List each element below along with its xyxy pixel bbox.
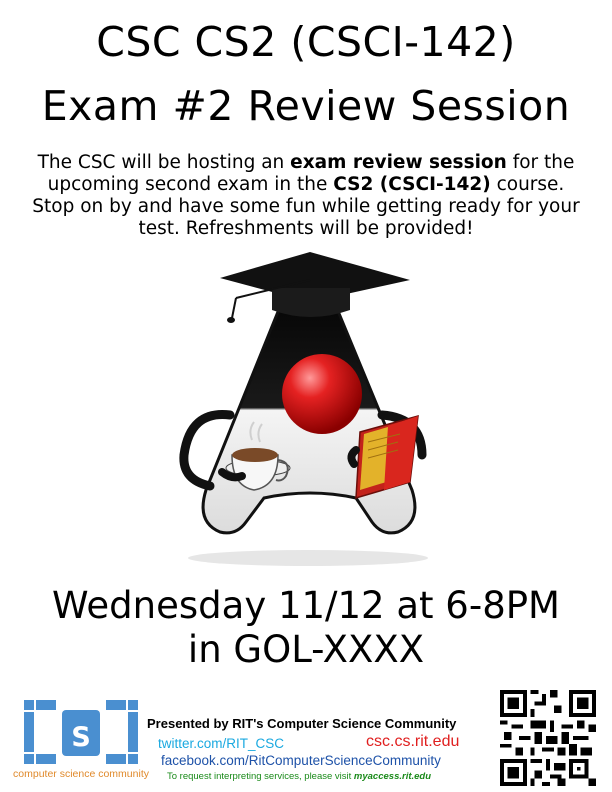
website-link[interactable]: csc.cs.rit.edu [366, 733, 459, 751]
description-bold-course: CS2 (CSCI-142) [333, 174, 491, 195]
interpreting-note: To request interpreting services, please… [167, 771, 431, 782]
page-subtitle: Exam #2 Review Session [41, 82, 571, 130]
java-duke-graduate-icon [179, 252, 428, 566]
event-when-where: Wednesday 11/12 at 6-8PM in GOL-XXXX [0, 584, 612, 672]
interpreting-link[interactable]: myaccess.rit.edu [354, 771, 431, 782]
event-description: The CSC will be hosting an exam review s… [30, 152, 582, 240]
description-text: The CSC will be hosting an [37, 152, 291, 173]
logo-letter: s [70, 714, 92, 755]
description-bold-session: exam review session [290, 152, 507, 173]
facebook-link[interactable]: facebook.com/RitComputerScienceCommunity [161, 753, 441, 768]
logo-caption: computer science community [13, 768, 149, 780]
presented-by: Presented by RIT's Computer Science Comm… [147, 716, 457, 731]
event-location: in GOL-XXXX [187, 628, 425, 671]
qr-code-icon[interactable] [500, 690, 596, 786]
event-datetime: Wednesday 11/12 at 6-8PM [52, 584, 560, 627]
interpreting-text: To request interpreting services, please… [167, 771, 354, 782]
twitter-link[interactable]: twitter.com/RIT_CSC [158, 736, 284, 751]
page-title: CSC CS2 (CSCI-142) [96, 18, 516, 66]
